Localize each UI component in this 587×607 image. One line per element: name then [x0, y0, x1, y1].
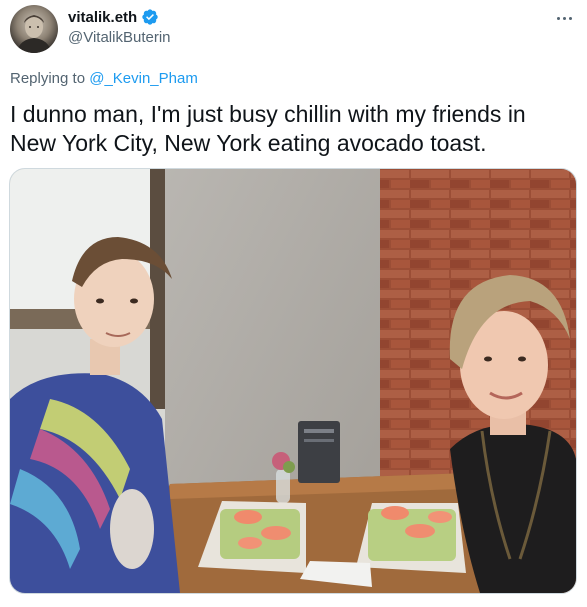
tweet-card: vitalik.eth @VitalikButerin Replying to … [0, 0, 587, 607]
avatar-photo-icon [10, 5, 58, 53]
tweet-text: I dunno man, I'm just busy chillin with … [10, 100, 570, 158]
author-display-name[interactable]: vitalik.eth [68, 9, 137, 26]
replying-prefix: Replying to [10, 70, 89, 87]
verified-badge-icon [141, 8, 159, 26]
author-name-row: vitalik.eth [68, 8, 159, 26]
tweet-media-photo[interactable] [9, 168, 577, 594]
photo-two-people-avocado-toast [10, 169, 576, 593]
reply-to-handle-link[interactable]: @_Kevin_Pham [89, 70, 198, 87]
replying-to-line: Replying to @_Kevin_Pham [10, 70, 198, 87]
author-handle[interactable]: @VitalikButerin [68, 29, 171, 46]
avatar[interactable] [10, 5, 58, 53]
more-options-icon[interactable] [553, 8, 575, 28]
